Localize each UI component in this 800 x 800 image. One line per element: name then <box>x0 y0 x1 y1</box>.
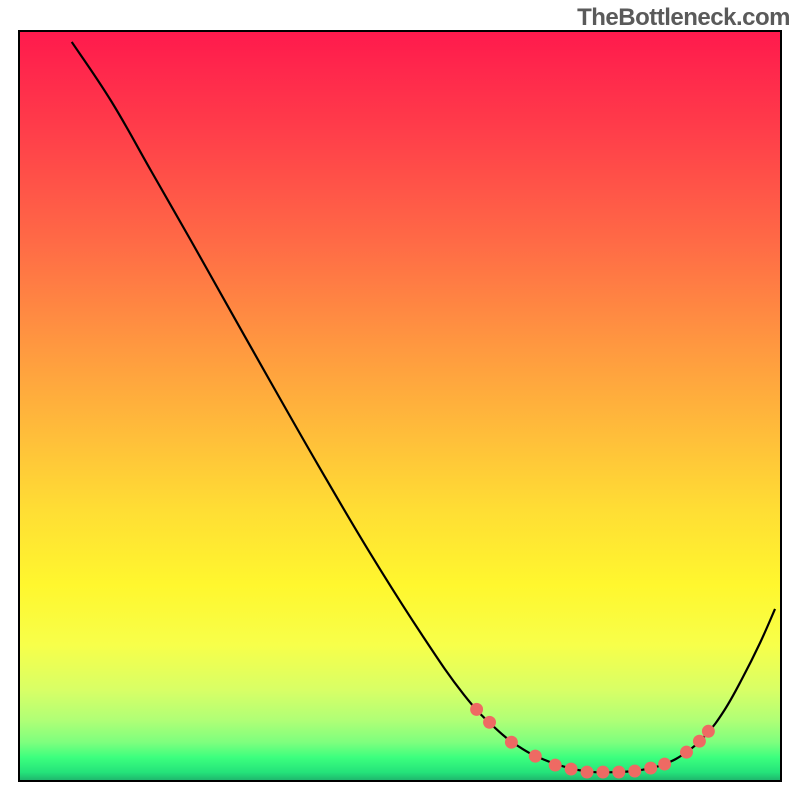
curve-marker-dot <box>658 758 671 771</box>
curve-marker-dot <box>483 716 496 729</box>
watermark-text: TheBottleneck.com <box>577 4 790 32</box>
marker-group <box>470 703 715 779</box>
curve-marker-dot <box>693 735 706 748</box>
curve-marker-dot <box>565 763 578 776</box>
curve-marker-dot <box>680 746 693 759</box>
chart-plot-area <box>18 30 782 782</box>
curve-marker-dot <box>644 762 657 775</box>
curve-marker-dot <box>596 766 609 779</box>
curve-marker-dot <box>628 765 641 778</box>
curve-marker-dot <box>612 766 625 779</box>
curve-marker-dot <box>549 759 562 772</box>
curve-marker-dot <box>505 736 518 749</box>
bottleneck-curve-path <box>72 42 775 773</box>
curve-marker-dot <box>581 766 594 779</box>
curve-marker-dot <box>702 725 715 738</box>
curve-marker-dot <box>470 703 483 716</box>
bottleneck-curve-svg <box>20 32 780 780</box>
curve-marker-dot <box>529 750 542 763</box>
